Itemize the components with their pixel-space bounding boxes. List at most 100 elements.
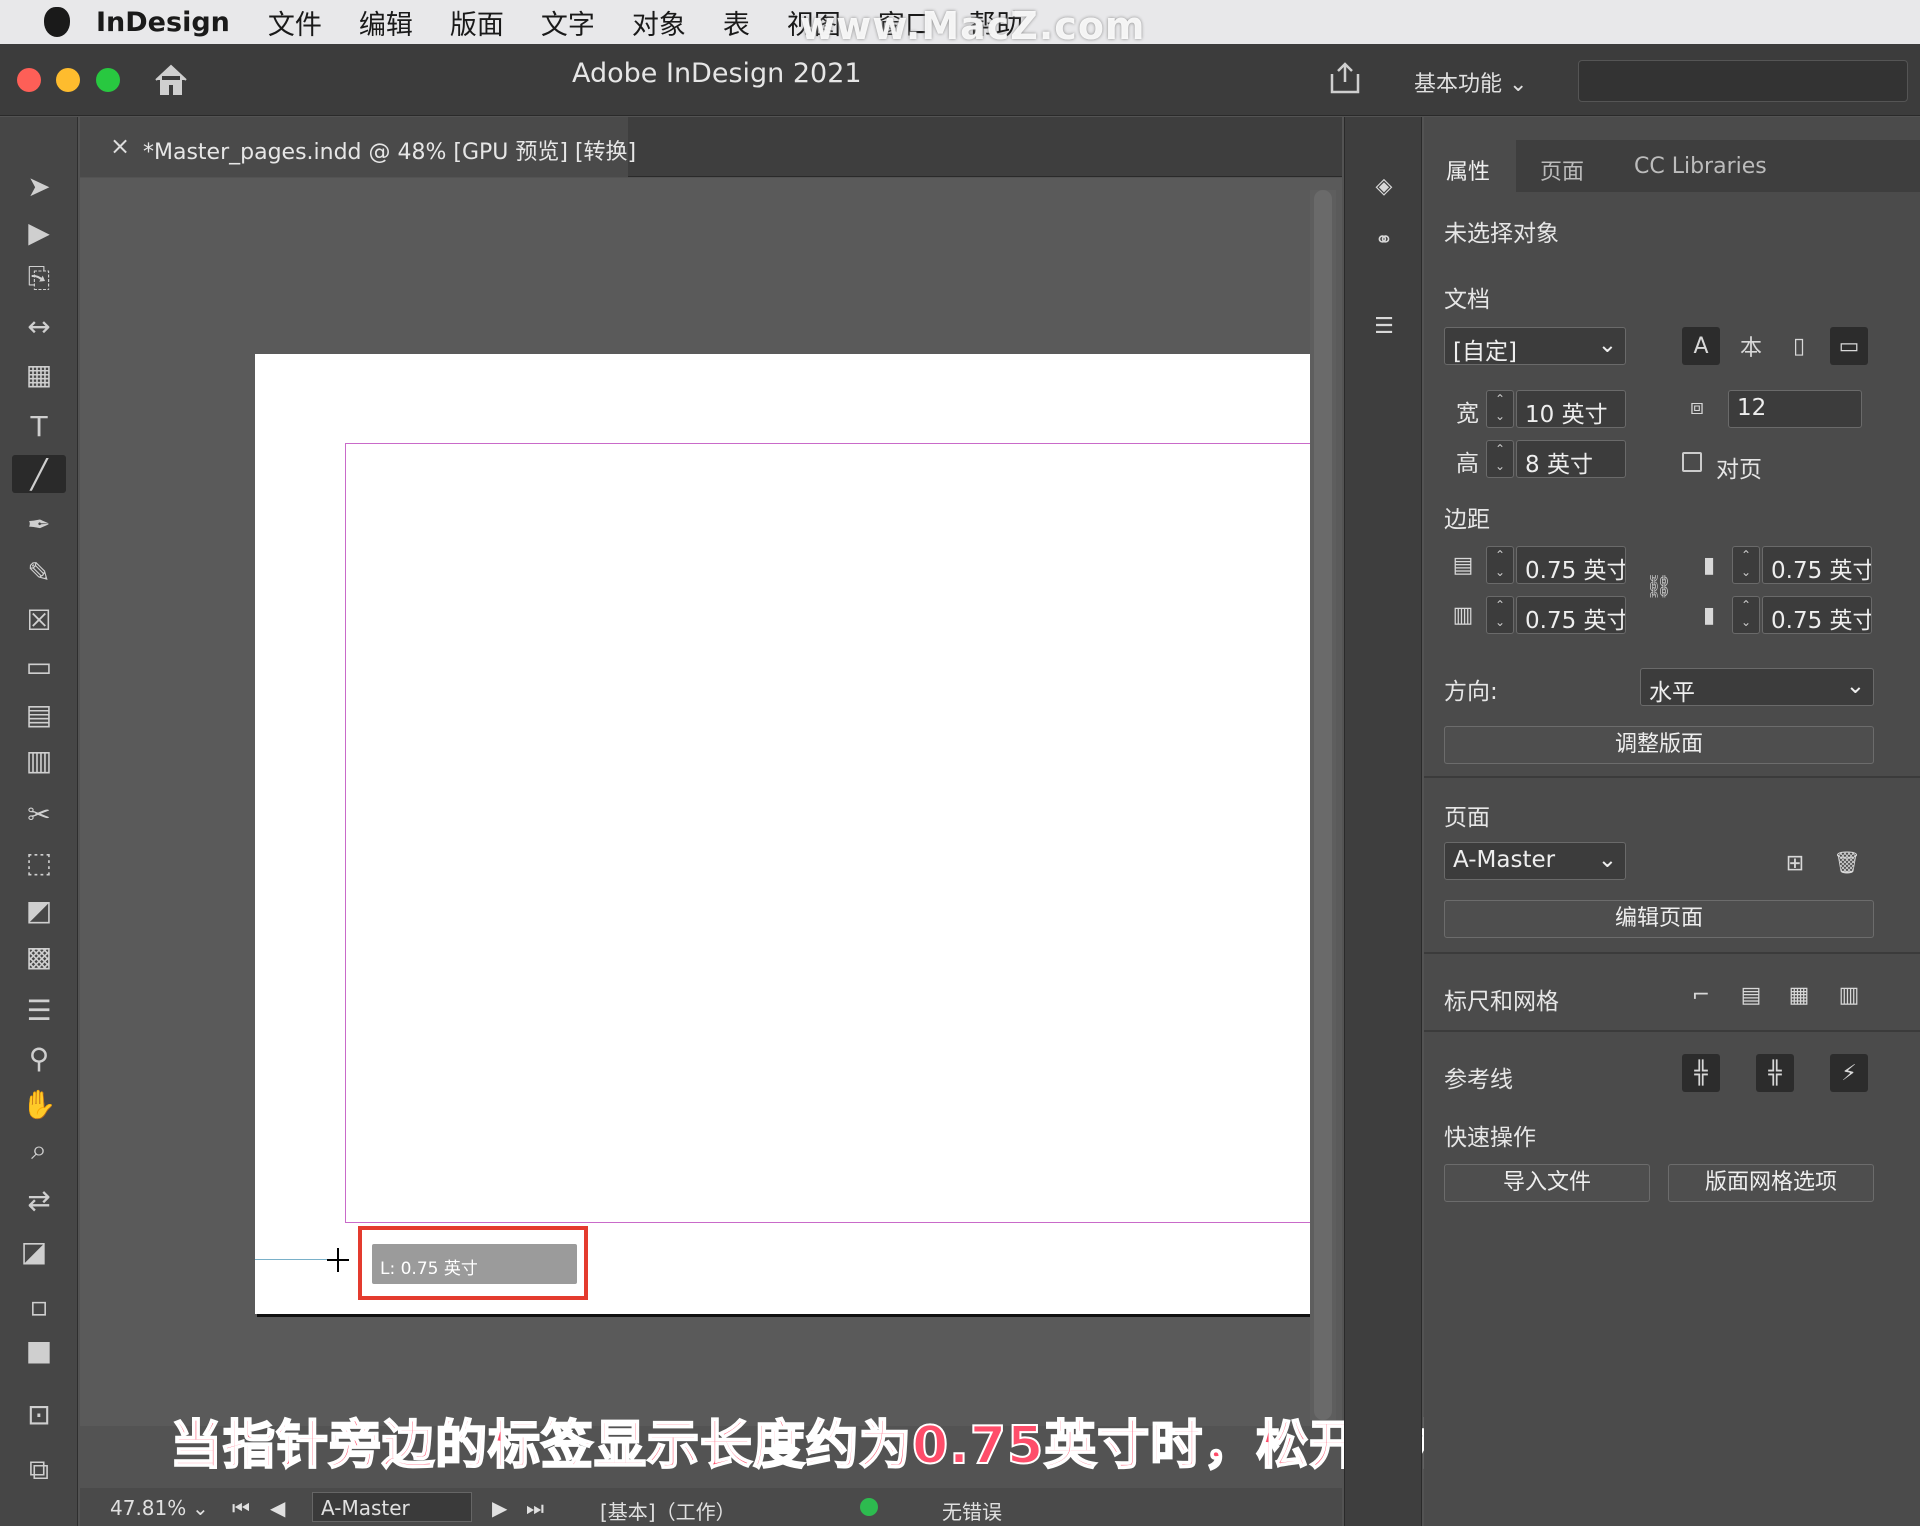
fill-stroke-icon[interactable]: ◪ [12,1229,56,1273]
link-margins-icon[interactable]: ⛓ [1640,568,1678,606]
height-stepper[interactable]: ⌃ ⌄ [1486,440,1514,478]
menu-type[interactable]: 文字 [541,3,595,42]
menu-object[interactable]: 对象 [632,3,686,42]
workspace-switcher[interactable]: 基本功能 ⌄ [1414,66,1527,98]
watermark: www.MacZ.com [800,4,1146,48]
height-field[interactable]: 8 英寸 [1516,440,1626,478]
links-icon[interactable]: ⚭ [1365,221,1403,259]
show-guides-icon[interactable]: ╬ [1682,1054,1720,1092]
minimize-window-button[interactable] [56,68,80,92]
close-tab-icon[interactable]: × [110,132,130,160]
pages-count-field[interactable]: 12 [1728,390,1862,428]
tab-pages[interactable]: 页面 [1540,154,1584,186]
lock-guides-icon[interactable]: ╬ [1756,1054,1794,1092]
layout-grid-icon[interactable]: ▥ [1830,976,1868,1014]
zoom-window-button[interactable] [96,68,120,92]
scrollbar-thumb[interactable] [1314,190,1332,1420]
document-preset-select[interactable]: [自定] ⌄ [1444,327,1626,365]
tools-panel: ➤ ▶ ⎘ ↔ ▦ T ╱ ✒ ✎ ☒ ▭ ▤ ▥ ✂ ⬚ ◩ ▩ ☰ ⚲ ✋ … [0,117,78,1526]
close-window-button[interactable] [17,68,41,92]
document-grid-icon[interactable]: ▦ [1780,976,1818,1014]
portrait-icon[interactable]: ▯ [1780,327,1818,365]
line-tool-icon[interactable]: ╱ [12,455,66,493]
zoom-level[interactable]: 47.81% [110,1496,186,1520]
adjust-layout-button[interactable]: 调整版面 [1444,726,1874,764]
apple-icon[interactable] [44,7,70,37]
text-wrap-icon[interactable]: ☰ [1365,307,1403,345]
zoom-dropdown-icon[interactable]: ⌄ [192,1496,209,1520]
rectangle-tool-icon[interactable]: ▭ [20,647,58,685]
trash-icon[interactable]: 🗑 [1828,844,1866,882]
eyedropper-tool-icon[interactable]: ⚲ [20,1039,58,1077]
tab-cc-libraries[interactable]: CC Libraries [1634,154,1767,179]
page-tool-icon[interactable]: ⎘ [20,259,58,297]
search-field[interactable] [1578,60,1908,102]
content-collector-icon[interactable]: ▦ [20,355,58,393]
smart-guides-icon[interactable]: ⚡ [1830,1054,1868,1092]
gradient-feather-tool-icon[interactable]: ▩ [20,937,58,975]
free-transform-tool-icon[interactable]: ⬚ [20,843,58,881]
margin-bottom-stepper[interactable]: ⌃ ⌄ [1486,596,1514,634]
home-icon[interactable] [152,62,190,98]
divider [1424,776,1920,778]
edit-page-button[interactable]: 编辑页面 [1444,900,1874,938]
margin-left-stepper[interactable]: ⌃ ⌄ [1732,546,1760,584]
table-tool-icon[interactable]: ▤ [20,695,58,733]
selection-tool-icon[interactable]: ➤ [20,167,58,205]
preflight-profile[interactable]: [基本]（工作） [600,1496,736,1525]
preflight-status[interactable]: 无错误 [942,1496,1002,1525]
view-mode-icon[interactable]: ⧉ [20,1451,58,1489]
grid-tool-icon[interactable]: ▥ [20,741,58,779]
type-tool-icon[interactable]: T [20,407,58,445]
vertical-scrollbar[interactable] [1310,190,1336,1420]
width-field[interactable]: 10 英寸 [1516,390,1626,428]
swap-fill-stroke-icon[interactable]: ⇄ [20,1181,58,1219]
pen-tool-icon[interactable]: ✒ [20,505,58,543]
hand-tool-icon[interactable]: ✋ [20,1085,58,1123]
next-page-icon[interactable]: ▶ [492,1496,507,1520]
margin-top-field[interactable]: 0.75 英寸 [1516,546,1626,584]
pencil-tool-icon[interactable]: ✎ [20,553,58,591]
zoom-tool-icon[interactable]: ⌕ [20,1131,58,1169]
landscape-icon[interactable]: ▭ [1830,327,1868,365]
menu-file[interactable]: 文件 [268,3,322,42]
rectangle-frame-tool-icon[interactable]: ☒ [20,601,58,639]
margin-right-stepper[interactable]: ⌃ ⌄ [1732,596,1760,634]
vertical-type-icon[interactable]: 本 [1732,327,1770,365]
horizontal-type-icon[interactable]: A [1682,327,1720,365]
orientation-select[interactable]: 水平 ⌄ [1640,668,1874,706]
margin-left-field[interactable]: 0.75 英寸 [1762,546,1872,584]
layers-icon[interactable]: ◈ [1365,167,1403,205]
new-page-icon[interactable]: ⊞ [1776,844,1814,882]
import-file-button[interactable]: 导入文件 [1444,1164,1650,1202]
tab-properties[interactable]: 属性 [1446,154,1490,186]
margin-top-stepper[interactable]: ⌃ ⌄ [1486,546,1514,584]
margin-right-icon: ▮ [1702,602,1716,628]
menu-edit[interactable]: 编辑 [359,3,413,42]
gap-tool-icon[interactable]: ↔ [20,307,58,345]
apply-color-icon[interactable]: ■ [20,1331,58,1369]
width-stepper[interactable]: ⌃ ⌄ [1486,390,1514,428]
screen-mode-icon[interactable]: ⊡ [20,1395,58,1433]
scissors-tool-icon[interactable]: ✂ [20,795,58,833]
page-select[interactable]: A-Master ⌄ [1444,842,1626,880]
page-selector[interactable]: A-Master [312,1492,472,1522]
gradient-swatch-tool-icon[interactable]: ◩ [20,891,58,929]
baseline-grid-icon[interactable]: ▤ [1732,976,1770,1014]
direct-selection-tool-icon[interactable]: ▶ [20,213,58,251]
menu-table[interactable]: 表 [723,3,750,42]
menu-app-name[interactable]: InDesign [96,7,230,38]
ruler-icon[interactable]: ⌐ [1682,976,1720,1014]
first-page-icon[interactable]: ⏮ [232,1496,250,1520]
note-tool-icon[interactable]: ☰ [20,991,58,1029]
previous-page-icon[interactable]: ◀ [270,1496,285,1520]
margin-bottom-field[interactable]: 0.75 英寸 [1516,596,1626,634]
layout-grid-options-button[interactable]: 版面网格选项 [1668,1164,1874,1202]
formatting-affects-icon[interactable]: ▫ [20,1287,58,1325]
margin-bottom-icon: ▥ [1452,602,1474,628]
facing-pages-checkbox[interactable] [1682,452,1702,472]
last-page-icon[interactable]: ⏭ [526,1496,544,1520]
margin-right-field[interactable]: 0.75 英寸 [1762,596,1872,634]
menu-layout[interactable]: 版面 [450,3,504,42]
share-icon[interactable] [1328,60,1362,96]
